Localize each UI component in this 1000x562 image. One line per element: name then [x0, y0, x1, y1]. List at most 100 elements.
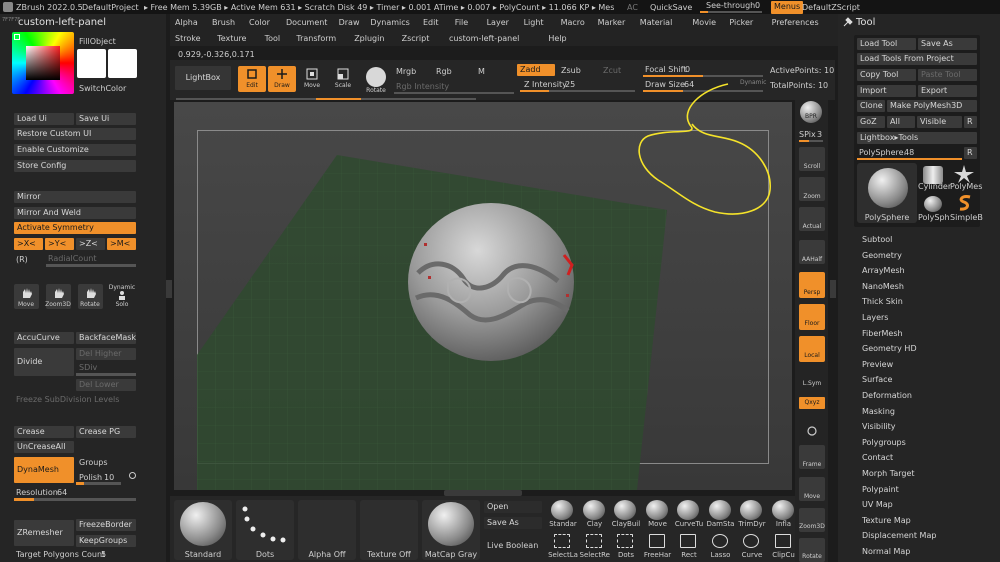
uncrease-all-button[interactable]: UnCreaseAll — [14, 441, 74, 453]
lightbox-button[interactable]: LightBox — [175, 66, 231, 90]
bottom-save-as-button[interactable]: Save As — [484, 517, 542, 529]
move-mode-button[interactable]: Move — [298, 82, 326, 89]
freeze-border-button[interactable]: FreezeBorder — [76, 519, 136, 531]
tool-subpalette-geometry[interactable]: Geometry — [862, 251, 902, 260]
keep-groups-button[interactable]: KeepGroups — [76, 535, 136, 547]
restore-custom-ui-button[interactable]: Restore Custom UI — [14, 128, 136, 140]
menu-custom-left-panel[interactable]: custom-left-panel — [449, 34, 519, 43]
tool-curve-icon[interactable] — [743, 534, 759, 548]
del-higher-button[interactable]: Del Higher — [76, 348, 136, 360]
menu-tool[interactable]: Tool — [265, 34, 281, 43]
tool-selectre-icon[interactable] — [585, 534, 602, 548]
tool-subpalette-thick-skin[interactable]: Thick Skin — [862, 297, 903, 306]
radial-r-toggle[interactable]: (R) — [16, 255, 28, 264]
secondary-color-swatch[interactable] — [108, 49, 137, 78]
tool-subpalette-visibility[interactable]: Visibility — [862, 422, 896, 431]
polysph-thumb[interactable] — [924, 196, 942, 212]
tool-dots-icon[interactable] — [617, 534, 633, 548]
menu-zplugin[interactable]: Zplugin — [354, 34, 384, 43]
tool-r-button[interactable]: R — [964, 147, 977, 159]
brush-standar-icon[interactable] — [551, 500, 573, 520]
xyz-button[interactable]: Qxyz — [799, 397, 825, 409]
tool-rect-icon[interactable] — [680, 534, 696, 548]
accucurve-button[interactable]: AccuCurve — [14, 332, 74, 344]
polish-label[interactable]: Polish — [79, 473, 102, 482]
tool-subpalette-preview[interactable]: Preview — [862, 360, 893, 369]
tool-subpalette-layers[interactable]: Layers — [862, 313, 888, 322]
enable-customize-button[interactable]: Enable Customize — [14, 144, 136, 156]
default-zscript[interactable]: DefaultZScript — [802, 3, 860, 12]
spix-slider[interactable] — [799, 140, 823, 142]
tool-subpalette-surface[interactable]: Surface — [862, 375, 892, 384]
save-ui-button[interactable]: Save Ui — [76, 113, 136, 125]
project-name[interactable]: DefaultProject — [82, 3, 139, 12]
tool-clipcu-icon[interactable] — [774, 534, 791, 548]
left-panel-toggle[interactable] — [166, 280, 172, 298]
groups-toggle[interactable]: Groups — [79, 458, 108, 467]
menu-macro[interactable]: Macro — [561, 18, 585, 27]
simplebrush-icon[interactable] — [956, 194, 974, 212]
menu-alpha[interactable]: Alpha — [175, 18, 198, 27]
mrgb-toggle[interactable]: Mrgb — [396, 67, 416, 76]
import-button[interactable]: Import — [857, 85, 916, 97]
sdiv-slider[interactable] — [76, 373, 136, 376]
symmetry-y-toggle[interactable]: >Y< — [45, 238, 74, 250]
clone-button[interactable]: Clone — [857, 100, 885, 112]
menu-zscript[interactable]: Zscript — [402, 34, 430, 43]
menu-dynamics[interactable]: Dynamics — [370, 18, 409, 27]
main-color-swatch[interactable] — [77, 49, 106, 78]
resolution-label[interactable]: Resolution — [16, 488, 58, 497]
menu-draw[interactable]: Draw — [339, 18, 360, 27]
live-boolean-toggle[interactable]: Live Boolean — [487, 541, 538, 550]
menus-button[interactable]: Menus — [771, 1, 804, 14]
open-button[interactable]: Open — [484, 501, 542, 513]
menu-transform[interactable]: Transform — [296, 34, 336, 43]
rotate-mode-button[interactable] — [366, 67, 386, 87]
load-ui-button[interactable]: Load Ui — [14, 113, 74, 125]
goz-button[interactable]: GoZ — [857, 116, 885, 128]
tool-subpalette-arraymesh[interactable]: ArrayMesh — [862, 266, 905, 275]
fill-object-button[interactable]: FillObject — [79, 37, 116, 46]
menu-picker[interactable]: Picker — [729, 18, 753, 27]
menu-texture[interactable]: Texture — [217, 34, 246, 43]
tool-lasso-icon[interactable] — [711, 534, 728, 548]
m-toggle[interactable]: M — [478, 67, 485, 76]
tool-subpalette-texture-map[interactable]: Texture Map — [862, 516, 911, 525]
focal-shift-slider[interactable] — [643, 75, 763, 77]
copy-tool-button[interactable]: Copy Tool — [857, 69, 916, 81]
tool-subpalette-uv-map[interactable]: UV Map — [862, 500, 893, 509]
tool-subpalette-subtool[interactable]: Subtool — [862, 235, 892, 244]
menu-material[interactable]: Material — [640, 18, 673, 27]
see-through-slider[interactable] — [700, 11, 762, 13]
tool-subpalette-nanomesh[interactable]: NanoMesh — [862, 282, 904, 291]
visible-button[interactable]: Visible — [917, 116, 962, 128]
target-polygons-label[interactable]: Target Polygons Count — [16, 550, 105, 559]
color-picker-sv-square[interactable] — [26, 46, 60, 80]
tool-subpalette-polygroups[interactable]: Polygroups — [862, 438, 906, 447]
menu-stroke[interactable]: Stroke — [175, 34, 201, 43]
menu-file[interactable]: File — [455, 18, 468, 27]
brush-move-icon[interactable] — [645, 500, 668, 520]
export-button[interactable]: Export — [918, 85, 977, 97]
load-tool-button[interactable]: Load Tool — [857, 38, 916, 50]
tool-freehar-icon[interactable] — [648, 534, 665, 548]
tool-subpalette-geometry-hd[interactable]: Geometry HD — [862, 344, 917, 353]
divide-button[interactable]: Divide — [14, 348, 74, 376]
tool-subpalette-deformation[interactable]: Deformation — [862, 391, 912, 400]
tool-subpalette-masking[interactable]: Masking — [862, 407, 895, 416]
menu-edit[interactable]: Edit — [423, 18, 439, 27]
z-intensity-label[interactable]: Z Intensity — [524, 80, 567, 89]
brush-damsta-icon[interactable] — [708, 500, 731, 520]
load-tools-from-project-button[interactable]: Load Tools From Project — [857, 53, 977, 65]
all-button[interactable]: All — [887, 116, 915, 128]
spix-label[interactable]: SPix — [799, 130, 816, 139]
lsym-button[interactable]: L.Sym — [798, 380, 826, 387]
backface-mask-button[interactable]: BackfaceMask — [76, 332, 136, 344]
switch-color-button[interactable]: SwitchColor — [79, 84, 126, 93]
tool-subpalette-displacement-map[interactable]: Displacement Map — [862, 531, 936, 540]
rotation-axis-icon[interactable] — [806, 425, 818, 437]
polish-circle-toggle[interactable] — [129, 472, 136, 479]
del-lower-button[interactable]: Del Lower — [76, 379, 136, 391]
polymesh-star-icon[interactable] — [954, 165, 974, 183]
tool-subpalette-fibermesh[interactable]: FiberMesh — [862, 329, 903, 338]
